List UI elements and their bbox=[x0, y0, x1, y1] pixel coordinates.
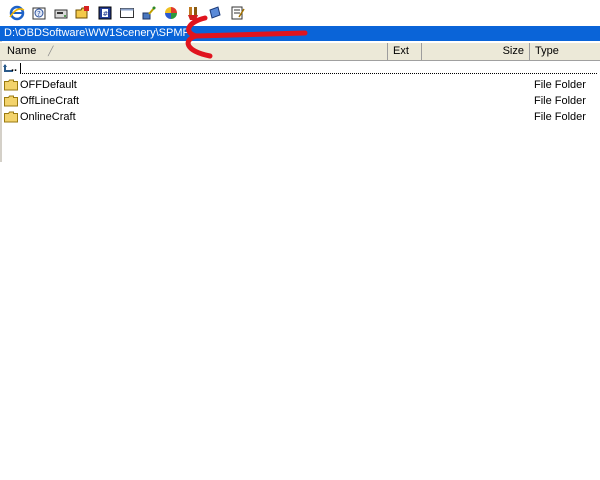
red-arrow-annotation bbox=[185, 15, 308, 59]
